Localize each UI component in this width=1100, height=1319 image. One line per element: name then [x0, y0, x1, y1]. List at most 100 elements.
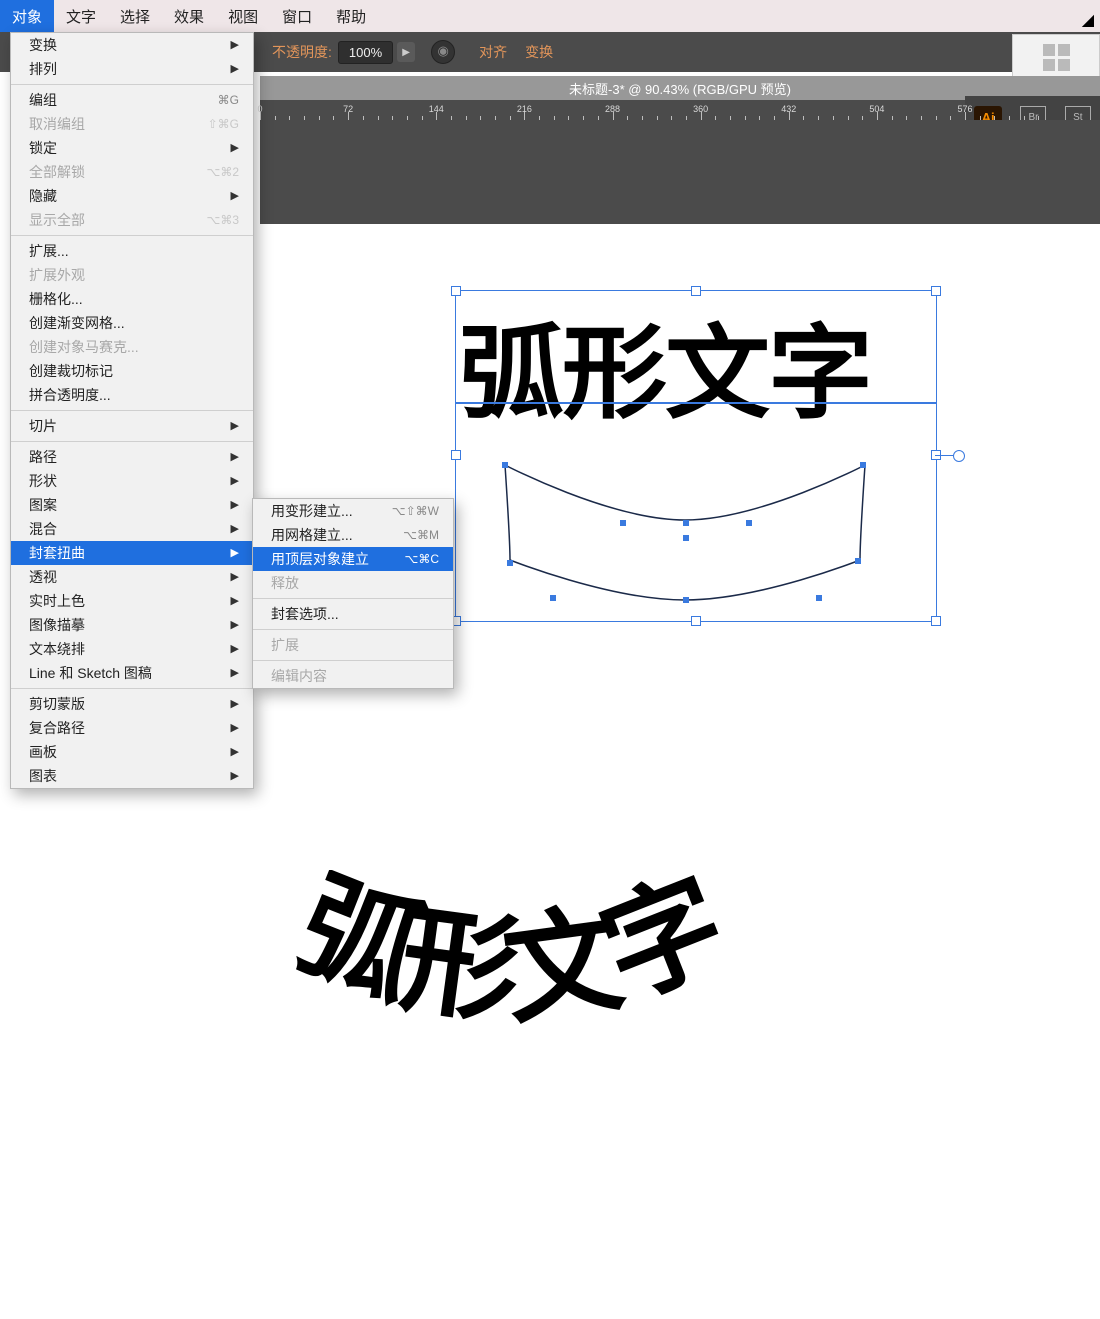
menu-window[interactable]: 窗口 [270, 0, 324, 32]
menu-item[interactable]: 扩展... [11, 239, 253, 263]
path-anchor[interactable] [507, 560, 513, 566]
menu-item[interactable]: 栅格化... [11, 287, 253, 311]
menu-item[interactable]: 创建渐变网格... [11, 311, 253, 335]
menu-item[interactable]: 实时上色▶ [11, 589, 253, 613]
submenu-caret-icon: ▶ [231, 186, 239, 206]
canvas-pasteboard [260, 120, 1100, 224]
rotation-handle[interactable] [953, 450, 965, 462]
menu-select[interactable]: 选择 [108, 0, 162, 32]
path-anchor[interactable] [855, 558, 861, 564]
menu-item[interactable]: 切片▶ [11, 414, 253, 438]
menu-item: 取消编组⇧⌘G [11, 112, 253, 136]
ruler-tick-label: 288 [605, 104, 620, 114]
selection-handle[interactable] [931, 616, 941, 626]
selection-handle[interactable] [931, 286, 941, 296]
path-center-point [683, 535, 689, 541]
path-anchor[interactable] [746, 520, 752, 526]
menu-item[interactable]: 拼合透明度... [11, 383, 253, 407]
menu-item[interactable]: 图表▶ [11, 764, 253, 788]
submenu-caret-icon: ▶ [231, 694, 239, 714]
submenu-caret-icon: ▶ [231, 742, 239, 762]
menu-item[interactable]: 剪切蒙版▶ [11, 692, 253, 716]
menu-item: 扩展外观 [11, 263, 253, 287]
menu-item[interactable]: 隐藏▶ [11, 184, 253, 208]
menu-item[interactable]: 文本绕排▶ [11, 637, 253, 661]
submenu-caret-icon: ▶ [231, 519, 239, 539]
selection-handle[interactable] [451, 450, 461, 460]
ruler-tick-label: 360 [693, 104, 708, 114]
rotation-line [935, 455, 953, 456]
opacity-label: 不透明度: [272, 42, 332, 62]
menu-item[interactable]: 复合路径▶ [11, 716, 253, 740]
submenu-caret-icon: ▶ [231, 35, 239, 55]
ruler-tick-label: 504 [869, 104, 884, 114]
workspace-switcher[interactable] [1012, 34, 1100, 80]
horizontal-ruler: 072144216288360432504576 [260, 100, 965, 120]
submenu-item[interactable]: 用变形建立...⌥⇧⌘W [253, 499, 453, 523]
path-anchor[interactable] [860, 462, 866, 468]
submenu-caret-icon: ▶ [231, 416, 239, 436]
menu-item[interactable]: 编组⌘G [11, 88, 253, 112]
menu-item[interactable]: 透视▶ [11, 565, 253, 589]
menu-item[interactable]: 混合▶ [11, 517, 253, 541]
path-anchor[interactable] [620, 520, 626, 526]
menu-item: 显示全部⌥⌘3 [11, 208, 253, 232]
envelope-shape[interactable] [500, 460, 880, 640]
menu-type[interactable]: 文字 [54, 0, 108, 32]
menu-view[interactable]: 视图 [216, 0, 270, 32]
grid-icon [1043, 44, 1070, 71]
object-menu-dropdown: 变换▶排列▶ 编组⌘G取消编组⇧⌘G锁定▶全部解锁⌥⌘2隐藏▶显示全部⌥⌘3 扩展.… [10, 32, 254, 789]
menu-effect[interactable]: 效果 [162, 0, 216, 32]
menu-item[interactable]: 排列▶ [11, 57, 253, 81]
ruler-tick-label: 72 [343, 104, 353, 114]
menu-item[interactable]: 封套扭曲▶ [11, 541, 253, 565]
submenu-item: 释放 [253, 571, 453, 595]
opacity-dropdown-icon[interactable]: ▶ [397, 42, 415, 62]
menu-item[interactable]: 画板▶ [11, 740, 253, 764]
menu-item[interactable]: 形状▶ [11, 469, 253, 493]
submenu-caret-icon: ▶ [231, 447, 239, 467]
menu-object[interactable]: 对象 [0, 0, 54, 32]
path-anchor[interactable] [550, 595, 556, 601]
submenu-caret-icon: ▶ [231, 138, 239, 158]
svg-text:弧形文字: 弧形文字 [281, 870, 740, 1040]
submenu-item[interactable]: 用网格建立...⌥⌘M [253, 523, 453, 547]
submenu-item: 扩展 [253, 633, 453, 657]
menubar: 对象 文字 选择 效果 视图 窗口 帮助 [0, 0, 378, 32]
menu-help[interactable]: 帮助 [324, 0, 378, 32]
menu-item[interactable]: Line 和 Sketch 图稿▶ [11, 661, 253, 685]
transform-link[interactable]: 变换 [525, 42, 553, 62]
path-anchor[interactable] [816, 595, 822, 601]
menu-item[interactable]: 创建裁切标记 [11, 359, 253, 383]
text-baseline [455, 402, 937, 404]
submenu-caret-icon: ▶ [231, 663, 239, 683]
submenu-caret-icon: ▶ [231, 718, 239, 738]
menu-item[interactable]: 图案▶ [11, 493, 253, 517]
submenu-caret-icon: ▶ [231, 543, 239, 563]
artboard-text[interactable]: 弧形文字 [459, 292, 871, 439]
submenu-item[interactable]: 封套选项... [253, 602, 453, 626]
menu-item[interactable]: 锁定▶ [11, 136, 253, 160]
path-anchor[interactable] [683, 520, 689, 526]
path-anchor[interactable] [683, 597, 689, 603]
ruler-tick-label: 432 [781, 104, 796, 114]
menu-item[interactable]: 图像描摹▶ [11, 613, 253, 637]
ruler-tick-label: 216 [517, 104, 532, 114]
menu-item: 创建对象马赛克... [11, 335, 253, 359]
ruler-tick-label: 576 [957, 104, 972, 114]
ruler-tick-label: 0 [257, 104, 262, 114]
style-globe-icon[interactable]: ◉ [431, 40, 455, 64]
submenu-item[interactable]: 用顶层对象建立⌥⌘C [253, 547, 453, 571]
submenu-caret-icon: ▶ [231, 471, 239, 491]
submenu-caret-icon: ▶ [231, 615, 239, 635]
submenu-caret-icon: ▶ [231, 591, 239, 611]
menubar-right-caret-icon: ◢ [1082, 10, 1094, 30]
path-anchor[interactable] [502, 462, 508, 468]
align-link[interactable]: 对齐 [479, 42, 507, 62]
opacity-field[interactable]: 100% [338, 41, 393, 64]
menu-item[interactable]: 变换▶ [11, 33, 253, 57]
submenu-caret-icon: ▶ [231, 766, 239, 786]
menu-item[interactable]: 路径▶ [11, 445, 253, 469]
menu-item: 全部解锁⌥⌘2 [11, 160, 253, 184]
submenu-caret-icon: ▶ [231, 567, 239, 587]
